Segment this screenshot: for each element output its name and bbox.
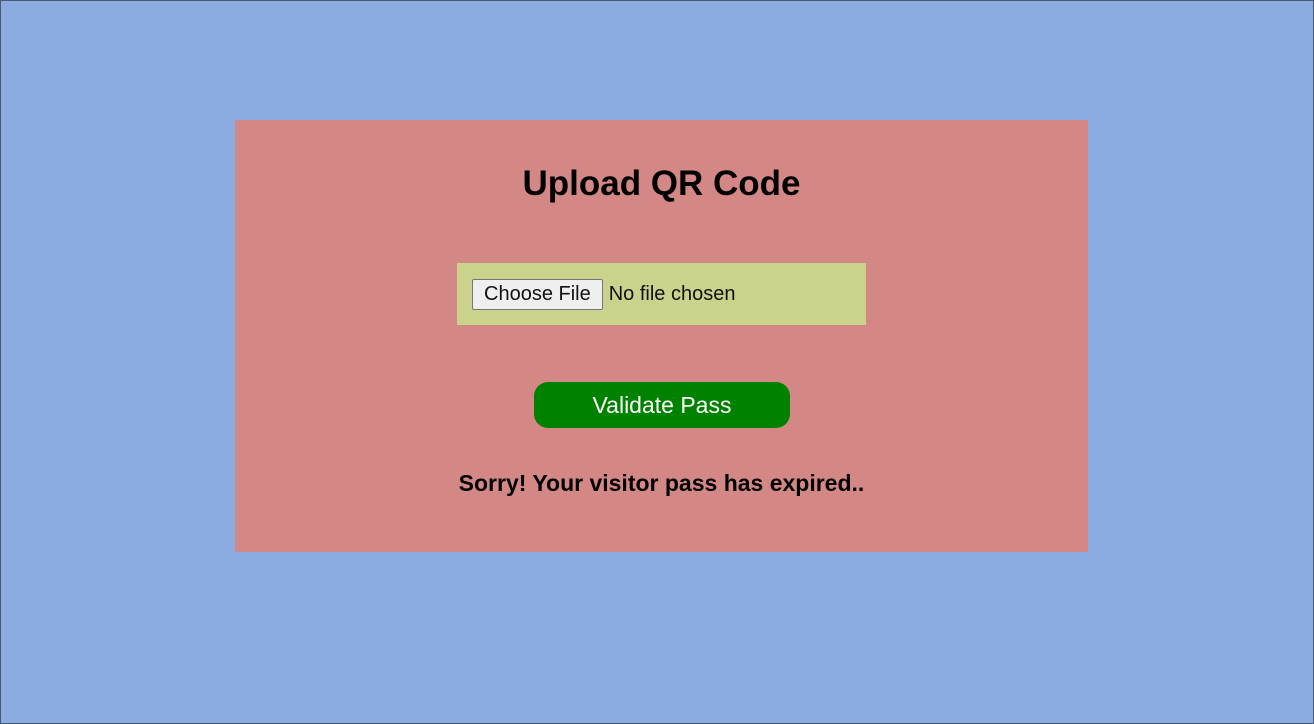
choose-file-button[interactable]: Choose File [472,278,603,310]
page-background: Upload QR Code Choose File No file chose… [0,0,1314,724]
validate-pass-button[interactable]: Validate Pass [534,382,790,428]
upload-card: Upload QR Code Choose File No file chose… [235,120,1088,552]
file-status-text: No file chosen [608,282,736,305]
file-input-container: Choose File No file chosen [457,263,866,325]
status-message: Sorry! Your visitor pass has expired.. [458,470,865,496]
page-title: Upload QR Code [522,164,801,203]
